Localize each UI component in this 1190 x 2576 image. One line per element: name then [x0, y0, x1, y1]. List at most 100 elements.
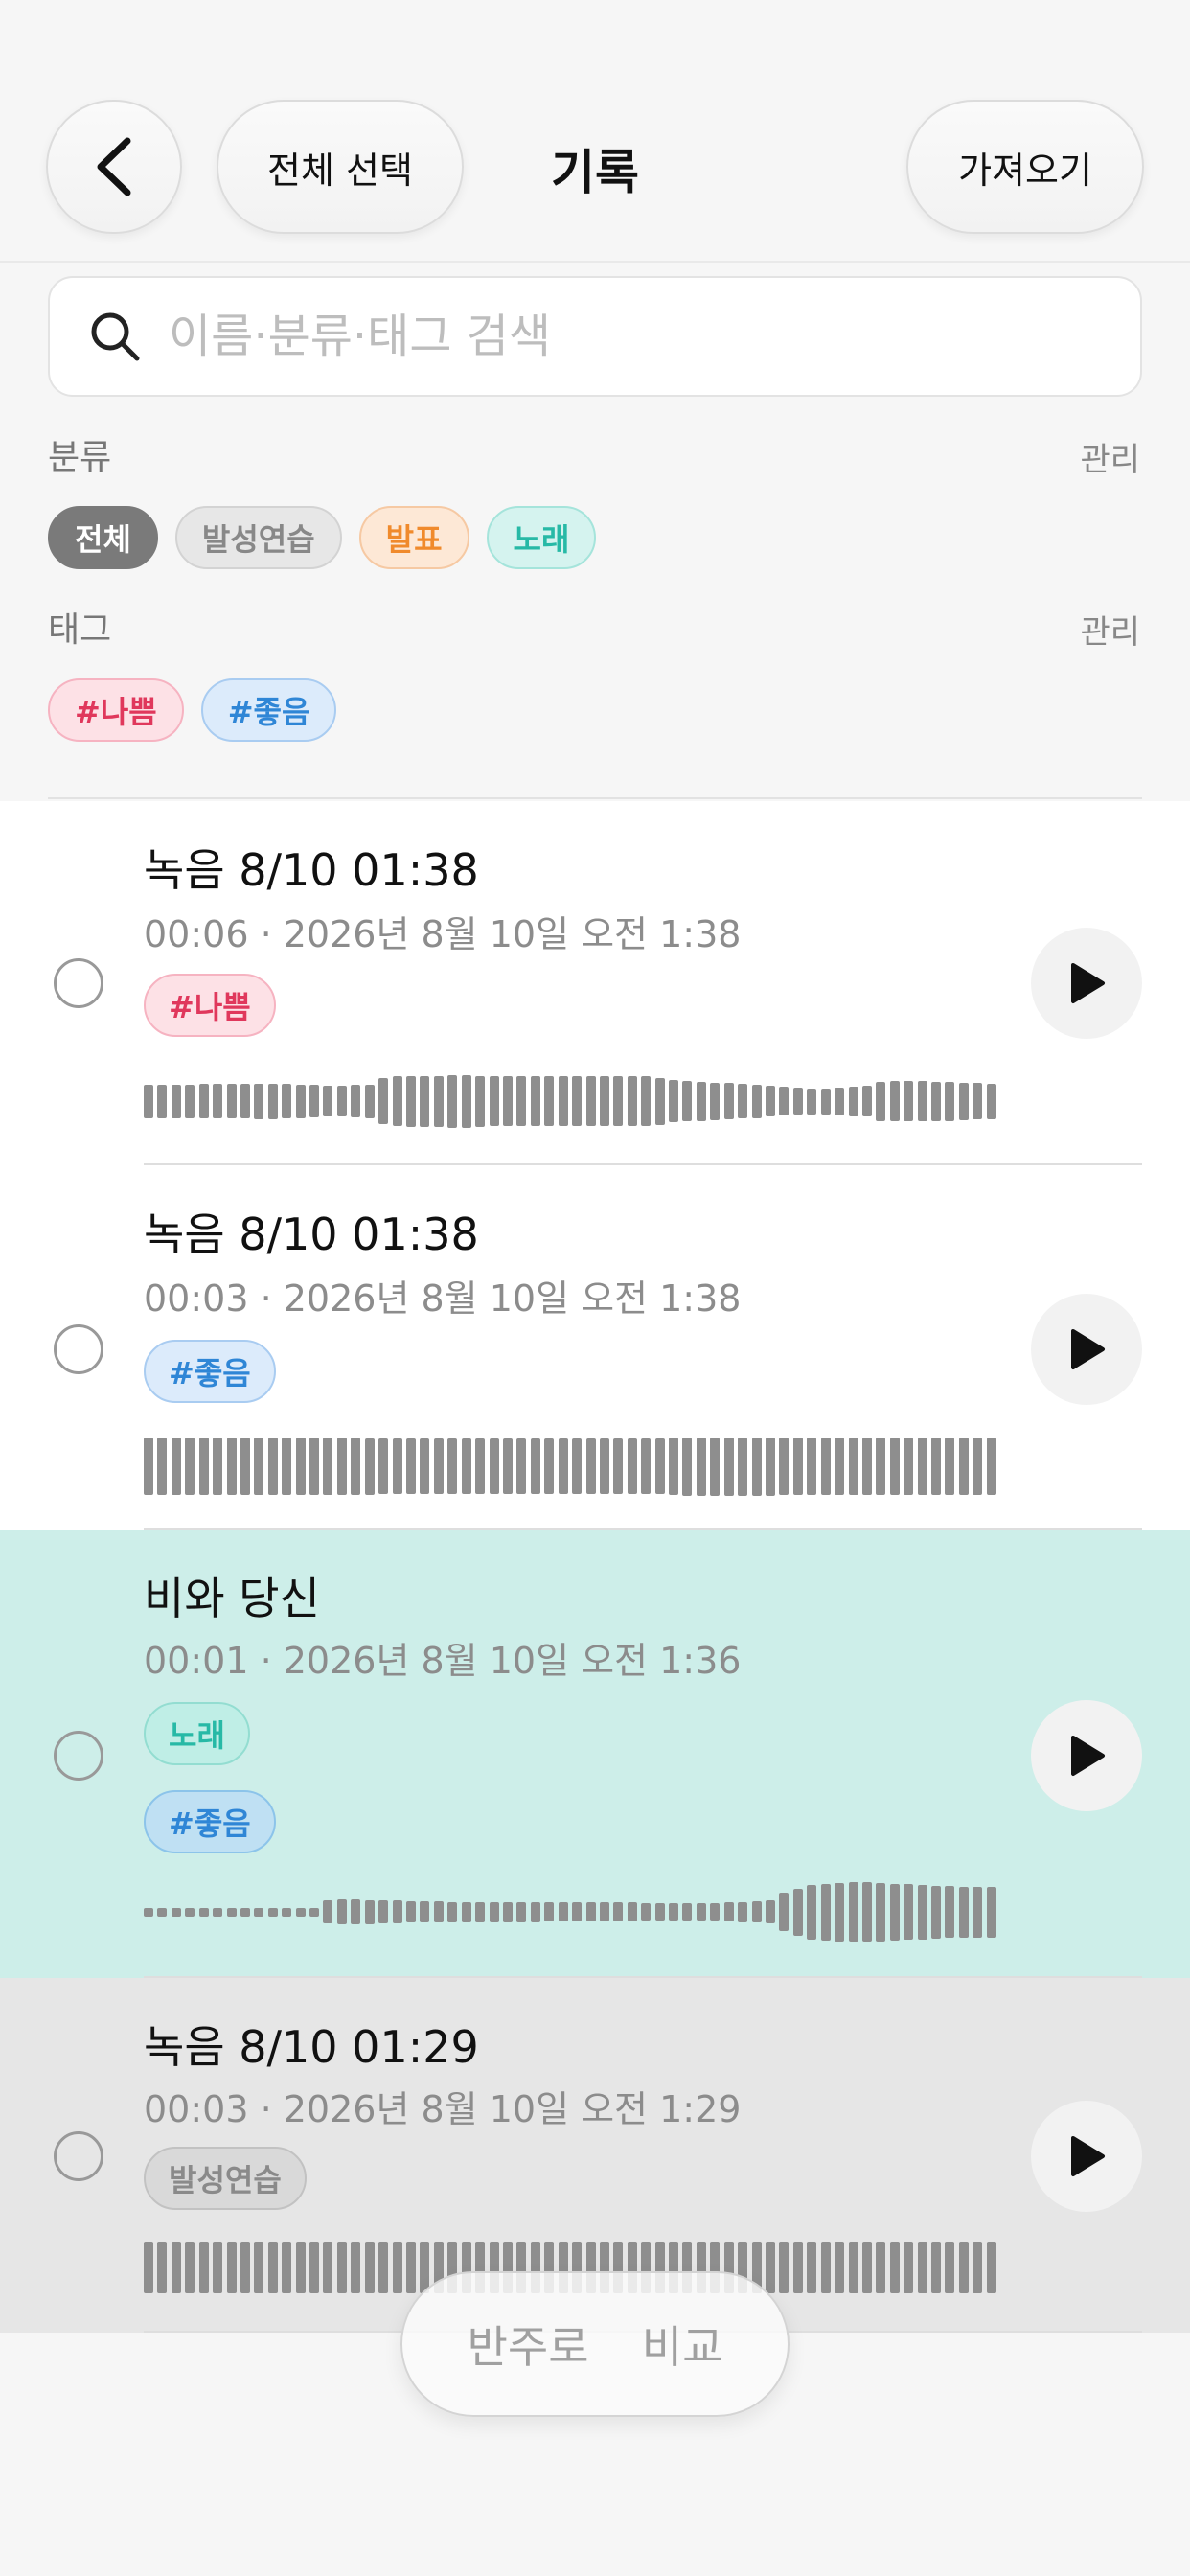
waveform-bar — [295, 2242, 306, 2293]
waveform-bar — [917, 1438, 927, 1495]
search-input[interactable] — [169, 310, 1031, 363]
waveform-bar — [171, 1438, 181, 1495]
waveform-bar — [254, 1083, 264, 1119]
waveform-bar — [820, 1883, 831, 1941]
waveform-bar — [364, 1438, 375, 1495]
category-chip[interactable]: 발표 — [358, 506, 469, 569]
waveform-bar — [489, 1901, 499, 1922]
waveform-bar — [309, 1438, 320, 1495]
waveform-bar — [986, 1438, 996, 1495]
waveform-bar — [779, 1438, 790, 1495]
play-icon — [1071, 2136, 1105, 2176]
recording-row[interactable]: 녹음 8/10 01:38 00:03 · 2026년 8월 10일 오전 1:3… — [0, 1165, 1190, 1530]
waveform-bar — [558, 1438, 568, 1494]
waveform-bar — [461, 1074, 471, 1128]
waveform-bar — [627, 1902, 637, 1921]
search-icon — [91, 312, 140, 361]
waveform-bar — [820, 1088, 831, 1115]
category-chip[interactable]: 노래 — [486, 506, 597, 569]
waveform-bar — [807, 1438, 817, 1495]
waveform-bar — [751, 1084, 762, 1118]
waveform-bar — [682, 1437, 693, 1496]
waveform-bar — [904, 1438, 914, 1495]
waveform-bar — [641, 1076, 652, 1126]
waveform-bar — [295, 1907, 306, 1917]
waveform-bar — [585, 1076, 596, 1126]
waveform-bar — [723, 1083, 734, 1119]
waveform-bar — [282, 1438, 292, 1495]
recording-title: 녹음 8/10 01:38 — [144, 1208, 479, 1260]
category-manage-button[interactable]: 관리 — [1080, 433, 1140, 480]
select-radio[interactable] — [54, 1731, 103, 1781]
waveform-bar — [792, 1438, 803, 1495]
waveform-bar — [641, 1903, 652, 1920]
category-section-label: 분류 — [48, 438, 112, 477]
waveform-bar — [973, 1083, 983, 1119]
waveform-bar — [309, 1907, 320, 1917]
waveform-bar — [254, 1438, 264, 1495]
play-button[interactable] — [1031, 1294, 1142, 1405]
play-button[interactable] — [1031, 2101, 1142, 2212]
play-button[interactable] — [1031, 1700, 1142, 1811]
waveform-bar — [461, 1438, 471, 1494]
waveform-bar — [198, 1438, 209, 1495]
tag-chip[interactable]: #나쁨 — [48, 678, 184, 742]
waveform-bar — [765, 1900, 775, 1923]
waveform-bar — [765, 1086, 775, 1116]
waveform-bar — [876, 1081, 886, 1121]
waveform-bar — [627, 1076, 637, 1126]
search-bar[interactable] — [48, 276, 1142, 397]
waveform-bar — [945, 1438, 955, 1495]
waveform-bar — [295, 1084, 306, 1118]
waveform-bar — [889, 1438, 900, 1495]
waveform-bar — [489, 1438, 499, 1494]
waveform-bar — [406, 1438, 417, 1494]
waveform-bar — [751, 1901, 762, 1922]
waveform-bar — [392, 1076, 402, 1126]
waveform-bar — [572, 1902, 583, 1921]
compare-button[interactable]: 비교 — [642, 2312, 723, 2376]
waveform-bar — [502, 1438, 513, 1494]
waveform-bar — [876, 2242, 886, 2293]
waveform-bar — [738, 1084, 748, 1118]
waveform-bar — [226, 1907, 237, 1917]
category-chip[interactable]: 발성연습 — [174, 506, 342, 569]
waveform-bar — [723, 1902, 734, 1921]
waveform-bar — [779, 1087, 790, 1116]
waveform-bar — [945, 1886, 955, 1938]
tag-manage-button[interactable]: 관리 — [1080, 606, 1140, 653]
waveform-bar — [185, 1907, 195, 1917]
waveform-bar — [364, 2242, 375, 2293]
waveform-bar — [710, 1903, 721, 1920]
category-chip[interactable]: 전체 — [48, 506, 158, 569]
recording-meta: 00:03 · 2026년 8월 10일 오전 1:29 — [144, 2088, 742, 2130]
select-radio[interactable] — [54, 958, 103, 1008]
waveform-bar — [267, 1907, 278, 1917]
play-button[interactable] — [1031, 928, 1142, 1039]
recording-tag-chip: 노래 — [144, 1702, 250, 1765]
waveform-bar — [848, 2242, 858, 2293]
recording-tag-chip: 발성연습 — [144, 2147, 307, 2210]
waveform-bar — [144, 1438, 153, 1495]
accompaniment-button[interactable]: 반주로 — [468, 2312, 589, 2376]
waveform-bar — [475, 1901, 486, 1922]
waveform-bar — [958, 1438, 969, 1495]
waveform-bar — [171, 1907, 181, 1917]
tag-chip[interactable]: #좋음 — [200, 678, 337, 742]
import-button[interactable]: 가져오기 — [906, 100, 1144, 234]
waveform-bar — [336, 2242, 347, 2293]
waveform-bar — [240, 1438, 250, 1495]
waveform-bar — [986, 2242, 996, 2293]
recording-row[interactable]: 비와 당신 00:01 · 2026년 8월 10일 오전 1:36 노래 #좋음 — [0, 1530, 1190, 1978]
recording-row[interactable]: 녹음 8/10 01:38 00:06 · 2026년 8월 10일 오전 1:3… — [0, 801, 1190, 1165]
waveform-bar — [226, 1084, 237, 1118]
waveform-bar — [807, 2242, 817, 2293]
recording-title: 비와 당신 — [144, 1573, 320, 1624]
waveform-bar — [378, 1438, 389, 1494]
select-radio[interactable] — [54, 1324, 103, 1374]
waveform-bar — [461, 1901, 471, 1922]
waveform-bar — [475, 1075, 486, 1127]
waveform-bar — [738, 1437, 748, 1496]
select-radio[interactable] — [54, 2131, 103, 2181]
category-filter-list: 전체 발성연습 발표 노래 — [48, 506, 597, 569]
